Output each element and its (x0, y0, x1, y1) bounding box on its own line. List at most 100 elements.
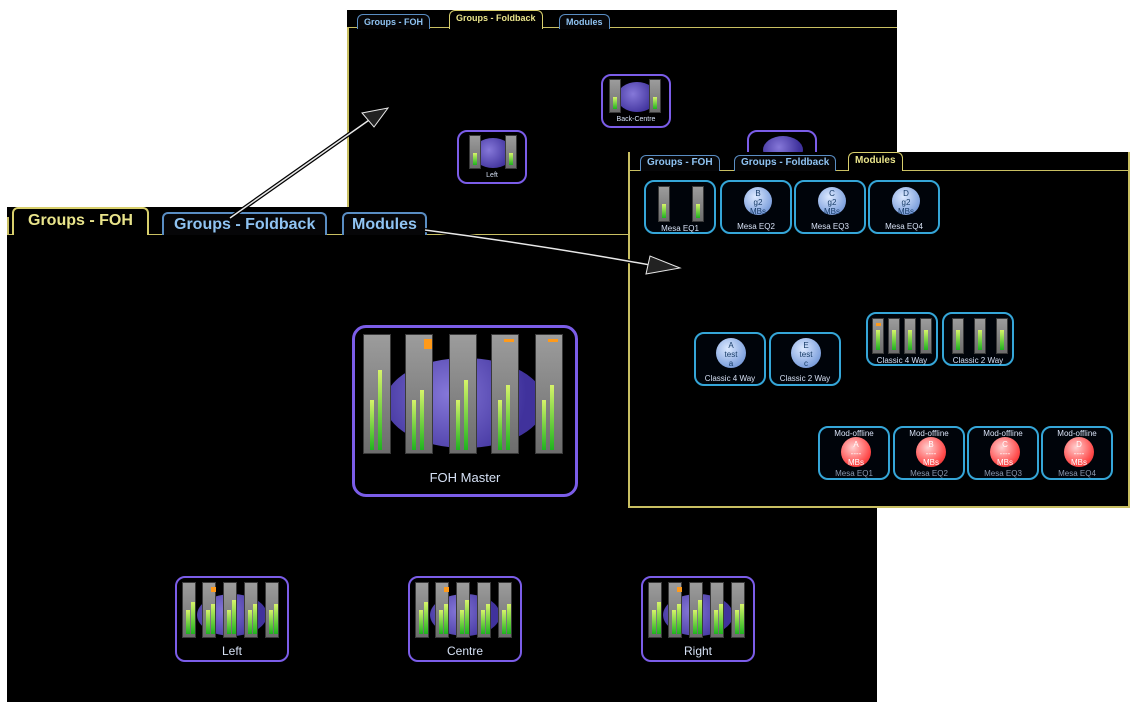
group-node-foh-master[interactable]: FOH Master (352, 325, 578, 497)
level-meter-icon (182, 582, 196, 638)
level-meter-icon (415, 582, 429, 638)
knob-letter: B (755, 189, 761, 198)
module-mesa-eq2[interactable]: B g2 MBs Mesa EQ2 (720, 180, 792, 234)
level-meter-icon (692, 186, 704, 222)
knob-value: test (724, 350, 738, 359)
level-meter-icon (435, 582, 449, 638)
level-meter-icon (405, 334, 433, 454)
knob-value: ---- (925, 449, 937, 458)
knob-letter: E (803, 341, 809, 350)
level-meter-icon (952, 318, 964, 354)
knob-unit: a (728, 359, 734, 368)
level-meter-icon (649, 79, 661, 113)
knob-value: ---- (1073, 449, 1085, 458)
level-meter-icon (491, 334, 519, 454)
module-label: Mesa EQ2 (737, 222, 775, 231)
level-meter-icon (449, 334, 477, 454)
tab-modules[interactable]: Modules (559, 14, 610, 29)
tab-groups-foldback[interactable]: Groups - Foldback (449, 10, 543, 29)
group-node-centre[interactable]: Centre (408, 576, 522, 662)
knob-icon[interactable]: D ---- MBs (1064, 437, 1094, 467)
module-classic-2-way-knob[interactable]: E test c Classic 2 Way (769, 332, 841, 386)
module-label: Classic 4 Way (876, 356, 928, 365)
knob-unit: MBs (848, 458, 864, 467)
knob-icon[interactable]: B ---- MBs (916, 437, 946, 467)
knob-value: g2 (827, 198, 837, 207)
module-label: Mesa EQ4 (885, 222, 923, 231)
tab-groups-foh[interactable]: Groups - FOH (12, 207, 149, 235)
module-mesa-eq4[interactable]: D g2 MBs Mesa EQ4 (868, 180, 940, 234)
tab-groups-foh[interactable]: Groups - FOH (640, 155, 720, 171)
group-label: Back-Centre (616, 116, 656, 123)
group-label: Left (486, 172, 498, 179)
knob-value: ---- (999, 449, 1011, 458)
module-offline-mesa-eq4[interactable]: Mod-offline D ---- MBs Mesa EQ4 (1041, 426, 1113, 480)
knob-icon[interactable]: D g2 MBs (892, 187, 920, 216)
group-label: Left (221, 644, 242, 658)
group-label: Centre (446, 644, 484, 658)
knob-icon[interactable]: B g2 MBs (744, 187, 772, 216)
group-node-right[interactable]: Right (641, 576, 755, 662)
level-meter-icon (731, 582, 745, 638)
knob-value: g2 (753, 198, 763, 207)
group-node-left[interactable]: Left (175, 576, 289, 662)
knob-icon[interactable]: E test c (791, 338, 821, 368)
knob-value: ---- (850, 449, 862, 458)
module-label: Mesa EQ1 (835, 469, 873, 478)
group-node-back-centre[interactable]: Back-Centre (601, 74, 671, 128)
frame-edge (347, 28, 349, 220)
knob-letter: C (829, 189, 835, 198)
group-node-left[interactable]: Left (457, 130, 527, 184)
level-meter-icon (888, 318, 900, 354)
level-meter-icon (996, 318, 1008, 354)
level-meter-icon (535, 334, 563, 454)
level-meter-icon (456, 582, 470, 638)
knob-unit: c (804, 359, 808, 368)
modules-window: Groups - FOH Groups - Foldback Modules M… (628, 152, 1130, 508)
group-label: Right (683, 644, 712, 658)
module-label: Classic 2 Way (779, 374, 831, 383)
knob-icon[interactable]: A ---- MBs (841, 437, 871, 467)
level-meter-icon (363, 334, 391, 454)
level-meter-icon (202, 582, 216, 638)
knob-value: g2 (901, 198, 911, 207)
level-meter-icon (505, 135, 517, 169)
level-meter-icon (689, 582, 703, 638)
module-classic-4-way-knob[interactable]: A test a Classic 4 Way (694, 332, 766, 386)
module-label: Mesa EQ4 (1058, 469, 1096, 478)
level-meter-icon (244, 582, 258, 638)
knob-unit: MBs (898, 207, 914, 216)
module-label: Mesa EQ3 (811, 222, 849, 231)
level-meter-icon (265, 582, 279, 638)
frame-edge (7, 217, 9, 235)
knob-icon[interactable]: C ---- MBs (990, 437, 1020, 467)
tab-groups-foh[interactable]: Groups - FOH (357, 14, 430, 29)
tab-modules[interactable]: Modules (848, 152, 903, 171)
level-meter-icon (904, 318, 916, 354)
knob-icon[interactable]: A test a (716, 338, 746, 368)
level-meter-icon (609, 79, 621, 113)
level-meter-icon (469, 135, 481, 169)
knob-letter: B (928, 440, 934, 449)
module-offline-mesa-eq3[interactable]: Mod-offline C ---- MBs Mesa EQ3 (967, 426, 1039, 480)
module-label: Classic 2 Way (952, 356, 1004, 365)
module-label: Mesa EQ2 (910, 469, 948, 478)
level-meter-icon (974, 318, 986, 354)
tab-groups-foldback[interactable]: Groups - Foldback (162, 212, 328, 235)
module-offline-mesa-eq1[interactable]: Mod-offline A ---- MBs Mesa EQ1 (818, 426, 890, 480)
module-mesa-eq3[interactable]: C g2 MBs Mesa EQ3 (794, 180, 866, 234)
tab-groups-foldback[interactable]: Groups - Foldback (734, 155, 837, 171)
knob-icon[interactable]: C g2 MBs (818, 187, 846, 216)
module-offline-mesa-eq2[interactable]: Mod-offline B ---- MBs Mesa EQ2 (893, 426, 965, 480)
level-meter-icon (498, 582, 512, 638)
level-meter-icon (920, 318, 932, 354)
level-meter-icon (710, 582, 724, 638)
module-classic-4-way-meters[interactable]: Classic 4 Way (866, 312, 938, 366)
level-meter-icon (658, 186, 670, 222)
knob-letter: D (1076, 440, 1082, 449)
module-classic-2-way-meters[interactable]: Classic 2 Way (942, 312, 1014, 366)
tab-modules[interactable]: Modules (342, 212, 427, 235)
module-label: Mesa EQ1 (661, 224, 699, 233)
knob-value: test (799, 350, 813, 359)
module-mesa-eq1[interactable]: Mesa EQ1 (644, 180, 716, 234)
